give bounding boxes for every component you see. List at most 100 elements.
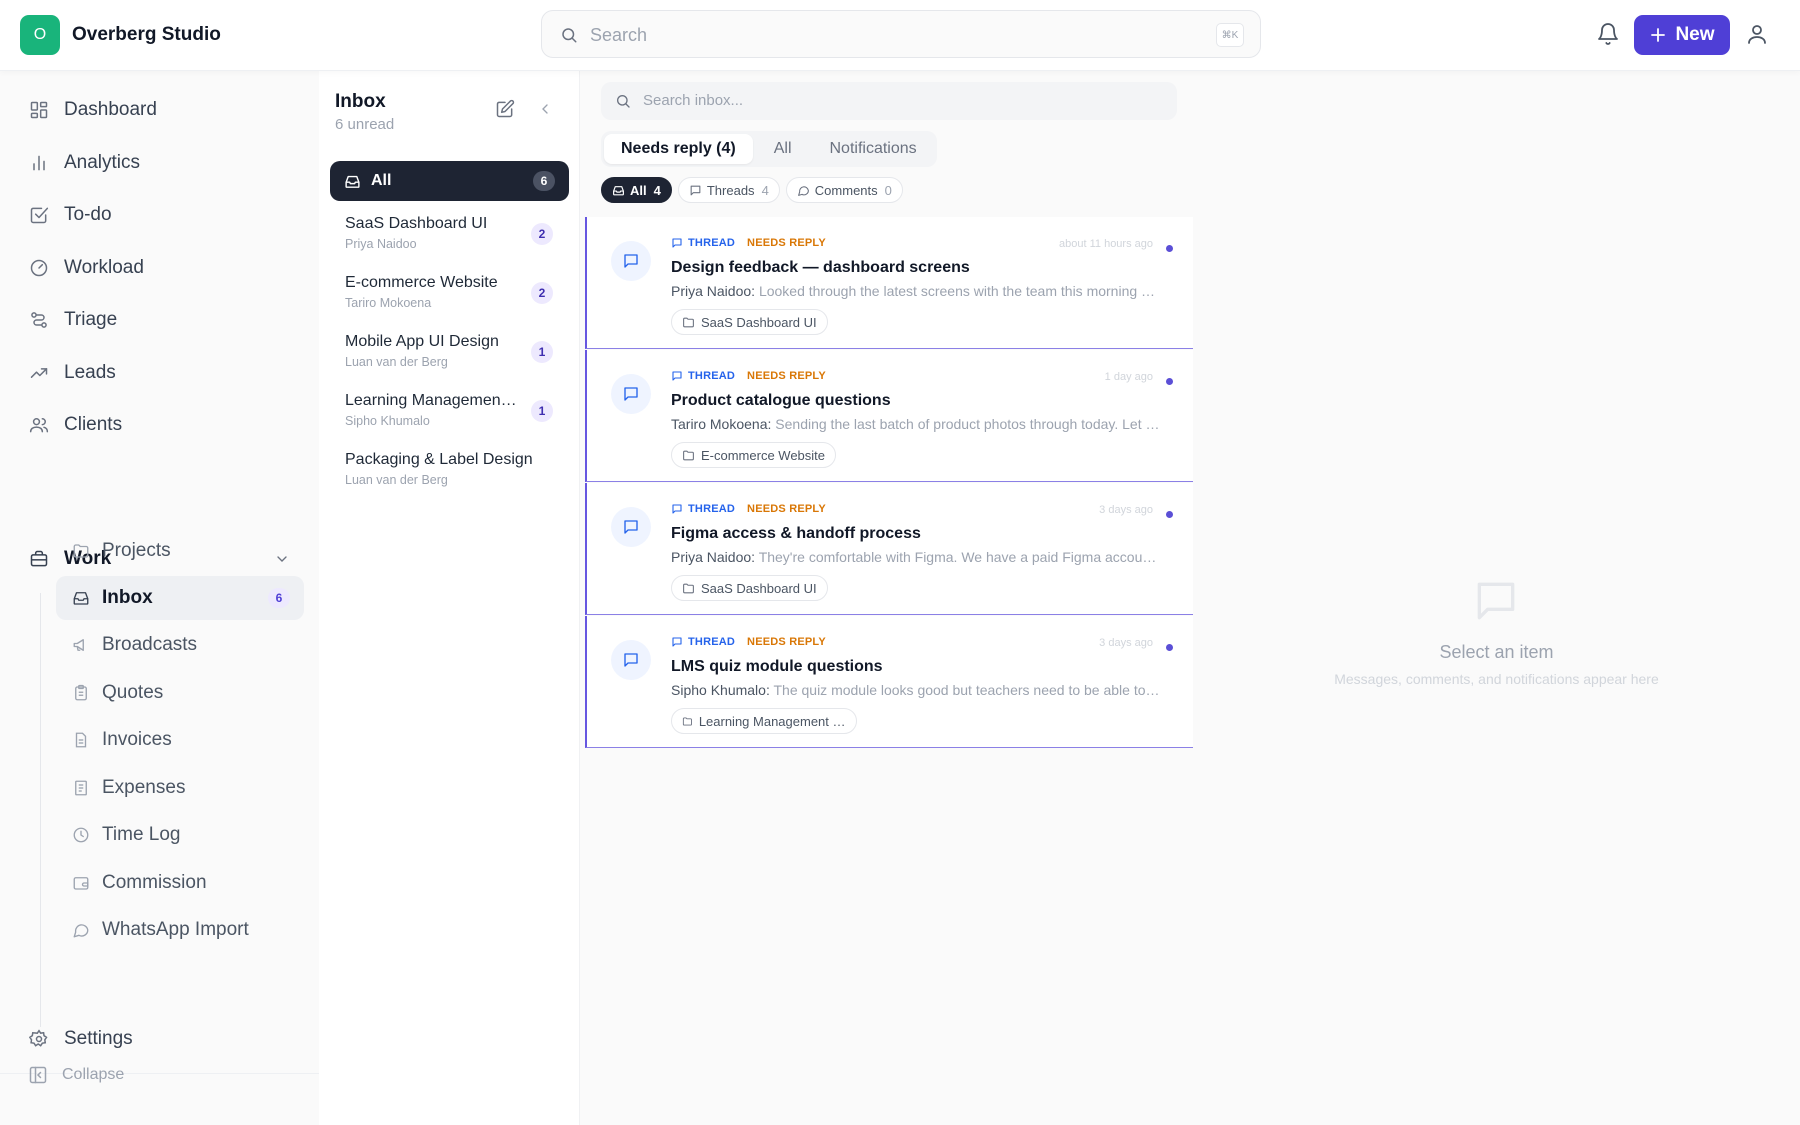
sidebar-item-label: Projects: [102, 540, 171, 561]
gauge-icon: [28, 257, 50, 279]
sidebar-item-workload[interactable]: Workload: [28, 246, 300, 290]
sidebar-item-invoices[interactable]: Invoices: [56, 718, 304, 762]
chip-threads[interactable]: Threads 4: [677, 177, 780, 203]
collapse-sidebar-button[interactable]: Collapse: [28, 1065, 124, 1085]
sidebar-item-broadcasts[interactable]: Broadcasts: [56, 623, 304, 667]
sidebar-item-label: Triage: [64, 309, 118, 330]
sidebar-item-settings[interactable]: Settings: [28, 1017, 300, 1061]
clock-icon: [72, 826, 90, 844]
message-time: 3 days ago: [1099, 504, 1153, 516]
project-tag[interactable]: SaaS Dashboard UI: [671, 309, 828, 335]
chip-comments[interactable]: Comments 0: [785, 177, 903, 203]
message-status: NEEDS REPLY: [747, 370, 826, 382]
project-tag[interactable]: SaaS Dashboard UI: [671, 575, 828, 601]
sidebar-item-label: Inbox: [102, 587, 153, 608]
chevron-left-icon[interactable]: [537, 101, 553, 117]
tab-notifications[interactable]: Notifications: [813, 134, 934, 164]
sidebar-item-label: Quotes: [102, 682, 164, 703]
user-icon[interactable]: [1745, 22, 1769, 46]
message-row[interactable]: THREAD NEEDS REPLY 1 day ago Product cat…: [585, 350, 1193, 482]
filter-chips: All 4 Threads 4 Comments 0: [601, 177, 903, 203]
folder-all[interactable]: All 6: [330, 161, 569, 201]
inbox-unread-count: 6 unread: [335, 116, 395, 133]
tab-all[interactable]: All: [757, 134, 809, 164]
sidebar-item-analytics[interactable]: Analytics: [28, 141, 300, 185]
project-tag[interactable]: E-commerce Website: [671, 442, 837, 468]
folder-icon: [682, 716, 692, 726]
compose-icon[interactable]: [495, 99, 515, 119]
chip-label: All: [630, 182, 647, 198]
sidebar-item-commission[interactable]: Commission: [56, 861, 304, 905]
project-name: Mobile App UI Design: [345, 333, 499, 350]
trending-up-icon: [28, 362, 50, 384]
project-item[interactable]: Packaging & Label Design Luan van der Be…: [345, 451, 565, 501]
message-bubble-icon: [1471, 576, 1521, 626]
project-item[interactable]: E-commerce Website Tariro Mokoena 2: [345, 274, 565, 324]
sidebar-item-quotes[interactable]: Quotes: [56, 671, 304, 715]
project-item[interactable]: SaaS Dashboard UI Priya Naidoo 2: [345, 215, 565, 265]
message-row[interactable]: THREAD NEEDS REPLY about 11 hours ago De…: [585, 217, 1193, 349]
sidebar-item-label: Commission: [102, 872, 207, 893]
sidebar-item-dashboard[interactable]: Dashboard: [28, 88, 300, 132]
message-time: 3 days ago: [1099, 637, 1153, 649]
project-item[interactable]: Mobile App UI Design Luan van der Berg 1: [345, 333, 565, 383]
new-button-label: New: [1675, 24, 1715, 45]
sidebar-item-label: To-do: [64, 204, 112, 225]
sidebar-item-label: Dashboard: [64, 99, 157, 120]
sidebar-item-label: Time Log: [102, 824, 181, 845]
project-item[interactable]: Learning Management System Sipho Khumalo…: [345, 392, 565, 442]
inbox-icon: [344, 173, 361, 190]
message-subject: Design feedback — dashboard screens: [671, 259, 970, 276]
chip-label: Comments: [814, 182, 878, 198]
message-sender: Sipho Khumalo:: [671, 682, 770, 698]
folder-icon: [683, 583, 694, 593]
brand-name[interactable]: Overberg Studio: [72, 24, 221, 46]
inbox-search-input[interactable]: Search inbox...: [601, 82, 1177, 120]
message-preview: Priya Naidoo: They're comfortable with F…: [671, 549, 1161, 565]
message-status: NEEDS REPLY: [747, 503, 826, 515]
sidebar-item-clients[interactable]: Clients: [28, 403, 300, 447]
bell-icon[interactable]: [1596, 22, 1620, 46]
thread-avatar-icon: [611, 241, 651, 281]
folder-icon: [683, 317, 694, 327]
triage-icon: [28, 309, 50, 331]
chat-icon: [72, 921, 90, 939]
messages-panel: Search inbox... Needs reply (4) All Noti…: [580, 71, 1193, 1125]
chip-all[interactable]: All 4: [601, 177, 672, 203]
sidebar-item-time-log[interactable]: Time Log: [56, 813, 304, 857]
message-subject: Product catalogue questions: [671, 392, 891, 409]
sidebar-item-label: WhatsApp Import: [102, 919, 249, 940]
folder-icon: [683, 450, 694, 460]
gear-icon: [28, 1028, 50, 1050]
sidebar-item-projects[interactable]: Projects: [56, 529, 304, 573]
detail-panel: Select an item Messages, comments, and n…: [1193, 71, 1800, 1125]
message-row[interactable]: THREAD NEEDS REPLY 3 days ago LMS quiz m…: [585, 616, 1193, 748]
sidebar-item-label: Invoices: [102, 729, 172, 750]
sidebar-item-whatsapp-import[interactable]: WhatsApp Import: [56, 908, 304, 952]
project-owner: Priya Naidoo: [345, 237, 417, 251]
empty-state-subtitle: Messages, comments, and notifications ap…: [1334, 671, 1659, 687]
sidebar-item-leads[interactable]: Leads: [28, 351, 300, 395]
sidebar-item-expenses[interactable]: Expenses: [56, 766, 304, 810]
inbox-panel: Inbox 6 unread All 6 SaaS Dashboard UI P…: [319, 71, 580, 1125]
project-name: E-commerce Website: [345, 274, 498, 291]
sidebar-item-todo[interactable]: To-do: [28, 193, 300, 237]
sidebar-item-triage[interactable]: Triage: [28, 298, 300, 342]
project-tag[interactable]: Learning Management System: [671, 708, 857, 734]
project-count: 2: [531, 223, 553, 245]
thread-avatar-icon: [611, 640, 651, 680]
inbox-icon: [612, 184, 625, 197]
project-name: Packaging & Label Design: [345, 451, 533, 468]
chip-count: 4: [653, 182, 661, 198]
file-icon: [72, 731, 90, 749]
tab-needs-reply[interactable]: Needs reply (4): [604, 134, 753, 164]
top-bar: O Overberg Studio Search ⌘K New: [0, 0, 1800, 71]
global-search[interactable]: Search ⌘K: [541, 10, 1261, 58]
message-row[interactable]: THREAD NEEDS REPLY 3 days ago Figma acce…: [585, 483, 1193, 615]
brand-logo[interactable]: O: [20, 15, 60, 55]
collapse-label: Collapse: [62, 1066, 125, 1083]
sidebar-item-inbox[interactable]: Inbox 6: [56, 576, 304, 620]
new-button[interactable]: New: [1634, 15, 1730, 55]
sidebar-item-label: Workload: [64, 257, 144, 278]
folder-icon: [72, 542, 90, 560]
